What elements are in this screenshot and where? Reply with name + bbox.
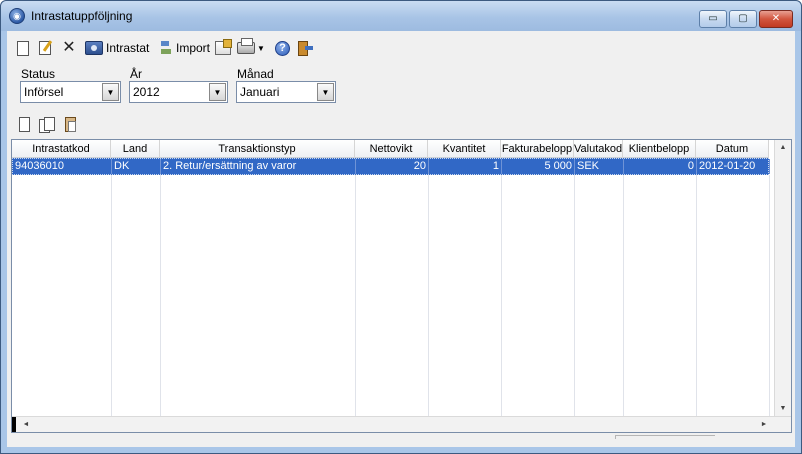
cell-land[interactable]: DK [112,159,161,174]
status-value: Införsel [24,85,64,99]
column-header-transaktionstyp[interactable]: Transaktionstyp [160,140,355,158]
year-combo[interactable]: 2012 ▼ [129,81,228,103]
vertical-scrollbar[interactable]: ▲ ▼ [774,140,791,417]
print-button[interactable]: ▼ [237,38,265,57]
column-header-klientbelopp[interactable]: Klientbelopp [623,140,696,158]
cell-klientbelopp[interactable]: 0 [624,159,697,174]
column-divider [428,175,429,417]
column-divider [623,175,624,417]
cell-kvantitet[interactable]: 1 [429,159,502,174]
scroll-down-icon[interactable]: ▼ [775,401,791,417]
cell-datum[interactable]: 2012-01-20 [697,159,770,174]
scroll-left-icon[interactable]: ◄ [18,417,34,432]
import-label: Import [176,41,211,55]
close-button[interactable]: ✕ [759,10,793,28]
scroll-right-icon[interactable]: ► [756,417,772,432]
intrastat-label: Intrastat [106,41,150,55]
maximize-button[interactable]: ▢ [729,10,757,28]
client-area: ✕ Intrastat Import ▼ ? Status Införsel ▼… [7,31,795,447]
column-header-fakturabelopp[interactable]: Fakturabelopp [501,140,574,158]
cell-fakturabelopp[interactable]: 5 000 [502,159,575,174]
paste-icon[interactable] [65,117,76,132]
delete-icon: ✕ [62,39,76,56]
intrastat-button[interactable]: Intrastat [85,39,149,57]
column-divider [501,175,502,417]
scroll-position-marker [12,417,16,432]
intrastat-icon [85,41,103,55]
window-title: Intrastatuppföljning [31,9,133,23]
chevron-down-icon[interactable]: ▼ [257,44,265,53]
column-divider [160,175,161,417]
help-button[interactable]: ? [275,39,290,57]
properties-button[interactable] [215,39,232,57]
column-divider [696,175,697,417]
horizontal-scrollbar[interactable]: ◄ ► [12,416,791,432]
grid-header: Intrastatkod Land Transaktionstyp Nettov… [12,140,769,158]
main-toolbar: ✕ Intrastat Import ▼ ? [13,37,793,59]
new-document-icon [17,40,29,56]
import-icon [159,40,173,56]
scroll-up-icon[interactable]: ▲ [775,140,791,156]
month-combo[interactable]: Januari ▼ [236,81,336,103]
column-header-datum[interactable]: Datum [696,140,769,158]
column-header-nettovikt[interactable]: Nettovikt [355,140,428,158]
new-row-icon[interactable] [19,117,30,132]
cell-nettovikt[interactable]: 20 [356,159,429,174]
column-header-kvantitet[interactable]: Kvantitet [428,140,501,158]
delete-button[interactable]: ✕ [61,39,77,57]
status-combo[interactable]: Införsel ▼ [20,81,121,103]
printer-icon [237,38,255,54]
copy-icon[interactable] [39,117,55,133]
column-divider [769,175,770,417]
table-row[interactable]: 94036010 DK 2. Retur/ersättning av varor… [12,158,770,175]
app-icon: ◉ [9,8,25,24]
column-divider [355,175,356,417]
properties-icon [215,39,232,55]
status-strip [615,435,715,439]
cell-intrastatkod[interactable]: 94036010 [13,159,112,174]
column-header-land[interactable]: Land [111,140,160,158]
minimize-button[interactable]: ▭ [699,10,727,28]
cell-valutakod[interactable]: SEK [575,159,624,174]
intrastat-grid[interactable]: Intrastatkod Land Transaktionstyp Nettov… [11,139,792,433]
grid-toolbar [15,116,115,134]
column-divider [111,175,112,417]
cell-transaktionstyp[interactable]: 2. Retur/ersättning av varor [161,159,356,174]
edit-button[interactable] [39,39,51,57]
exit-button[interactable] [297,39,313,57]
main-window: ◉ Intrastatuppföljning ▭ ▢ ✕ ✕ Intrastat… [0,0,802,454]
chevron-down-icon[interactable]: ▼ [209,83,226,101]
year-value: 2012 [133,85,160,99]
edit-icon [39,41,51,55]
exit-door-icon [297,40,313,56]
chevron-down-icon[interactable]: ▼ [317,83,334,101]
new-button[interactable] [15,39,29,57]
column-header-intrastatkod[interactable]: Intrastatkod [12,140,111,158]
year-label: År [130,67,142,81]
month-label: Månad [237,67,274,81]
chevron-down-icon[interactable]: ▼ [102,83,119,101]
column-header-valutakod[interactable]: Valutakod [574,140,623,158]
status-label: Status [21,67,56,81]
help-icon: ? [275,40,290,56]
title-bar[interactable]: ◉ Intrastatuppföljning ▭ ▢ ✕ [1,1,801,31]
month-value: Januari [240,85,280,99]
import-button[interactable]: Import [159,39,210,57]
column-divider [574,175,575,417]
